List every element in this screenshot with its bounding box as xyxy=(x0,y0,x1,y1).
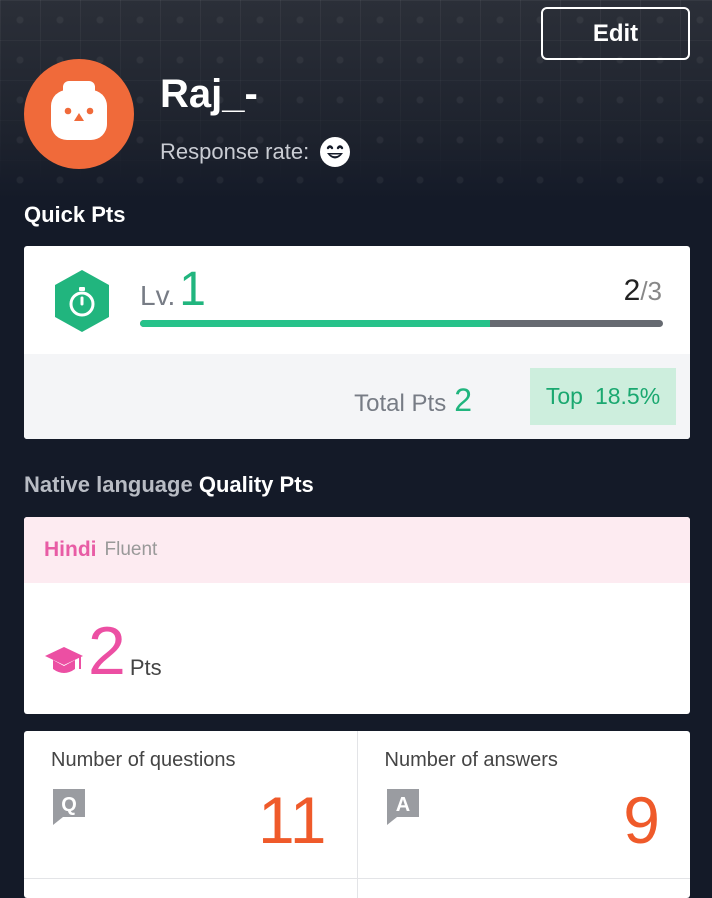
level-progress-fill xyxy=(140,320,491,327)
questions-label: Number of questions xyxy=(51,749,236,771)
quality-pts-title: Native language Quality Pts xyxy=(24,472,314,498)
language-fluency: Fluent xyxy=(104,539,158,560)
question-q-icon: Q xyxy=(53,789,85,825)
grinning-face-icon xyxy=(320,137,351,167)
level-number: 1 xyxy=(179,263,206,316)
stopwatch-badge-icon xyxy=(55,270,109,332)
svg-text:Q: Q xyxy=(61,794,77,816)
level-section: Lv. 1 2 /3 xyxy=(24,246,690,354)
quality-pts-label: Quality Pts xyxy=(198,472,314,497)
total-pts-section: Total Pts 2 Top 18.5% xyxy=(24,354,690,439)
answers-value: 9 xyxy=(623,783,660,857)
questions-value: 11 xyxy=(257,783,327,857)
avatar-face-icon xyxy=(51,81,107,140)
progress-max: /3 xyxy=(640,276,662,306)
quality-pts: 2 Pts xyxy=(44,617,162,685)
total-pts-value: 2 xyxy=(454,382,472,418)
answers-stat[interactable]: Number of answers A 9 xyxy=(356,731,691,898)
activity-stats-card: Number of questions Q 11 Number of answe… xyxy=(24,731,690,898)
graduation-cap-icon xyxy=(45,647,83,673)
total-pts-label: Total Pts xyxy=(354,390,447,417)
quality-pts-unit: Pts xyxy=(129,655,162,680)
quick-pts-title: Quick Pts xyxy=(24,202,126,227)
top-rank-badge: Top 18.5% xyxy=(530,368,676,425)
stats-divider xyxy=(24,878,690,879)
native-language-prefix: Native language xyxy=(24,472,193,497)
level-prefix: Lv. xyxy=(140,280,176,311)
response-rate-row: Response rate: xyxy=(160,136,351,168)
level-progress-bar xyxy=(140,320,663,327)
progress-current: 2 xyxy=(623,274,641,307)
questions-stat[interactable]: Number of questions Q 11 xyxy=(24,731,357,898)
language-header: Hindi Fluent xyxy=(24,517,690,583)
level-progress-text: 2 /3 xyxy=(624,274,662,308)
answers-label: Number of answers xyxy=(384,749,558,771)
language-name: Hindi xyxy=(44,538,97,561)
svg-text:A: A xyxy=(395,794,409,816)
top-rank-value: 18.5% xyxy=(594,383,661,409)
top-rank-label: Top xyxy=(545,383,583,409)
quality-pts-value: 2 xyxy=(88,613,126,689)
username: Raj_- xyxy=(160,72,258,116)
native-language-card[interactable]: Hindi Fluent 2 Pts xyxy=(24,517,690,714)
quick-pts-card[interactable]: Lv. 1 2 /3 Total Pts 2 Top 18.5% xyxy=(24,246,690,439)
total-pts: Total Pts 2 xyxy=(354,382,472,419)
level-label: Lv. 1 xyxy=(140,266,206,314)
avatar[interactable] xyxy=(24,59,134,169)
response-rate-label: Response rate: xyxy=(160,139,310,164)
answer-a-icon: A xyxy=(386,789,419,825)
edit-button[interactable]: Edit xyxy=(541,7,690,60)
